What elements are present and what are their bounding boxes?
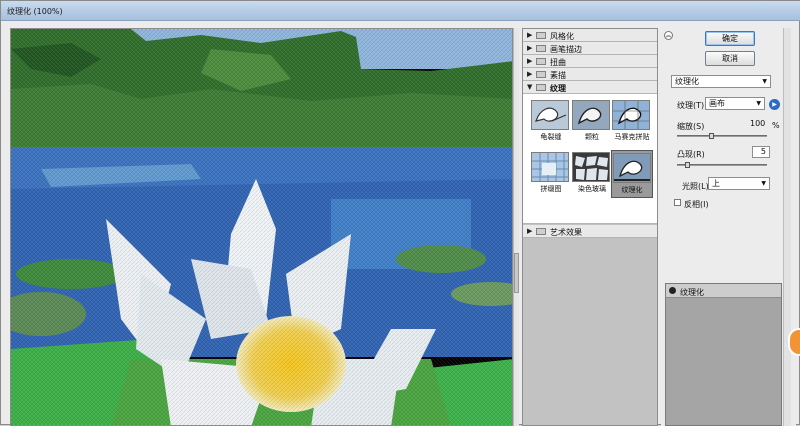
invert-checkbox[interactable] [674,199,681,206]
scrollbar-thumb[interactable] [514,253,519,293]
effect-layer-label: 纹理化 [680,288,704,297]
dropdown-arrow-icon: ▼ [761,180,766,187]
double-chevron-up-icon[interactable]: ︽ [664,31,673,40]
folder-icon [536,45,546,52]
dropdown-arrow-icon: ▼ [756,100,761,107]
scale-label: 缩放(S) [677,122,705,131]
filter-label: 纹理化 [621,186,643,194]
filter-thumb-craquelure[interactable]: 龟裂缝 [531,100,571,144]
scale-slider[interactable] [677,133,767,139]
folder-icon [536,71,546,78]
cancel-button[interactable]: 取消 [705,51,755,66]
ok-button[interactable]: 确定 [705,31,755,46]
light-select[interactable]: 上 ▼ [708,177,770,190]
thumbnail-image [572,152,610,182]
title-bar: 纹理化 (100%) [1,1,800,21]
folder-icon [536,32,546,39]
dropdown-arrow-icon: ▼ [762,78,767,85]
filter-label: 颗粒 [585,133,599,141]
filter-thumb-texturizer-selected[interactable]: 纹理化 [611,150,653,198]
category-brush-strokes[interactable]: ▶ 画笔描边 [523,42,657,55]
floating-assistant-icon[interactable] [788,328,800,356]
scale-unit: % [772,121,780,130]
folder-icon [536,228,546,235]
filter-dialog-window: 纹理化 (100%) ▶ 风格化 ▶ 画笔描边 ▶ 扭曲 ▶ 素描 ▼ 纹理 龟… [0,0,800,426]
thumbnail-image [531,100,569,130]
folder-icon [536,58,546,65]
relief-input[interactable]: 5 [752,146,770,158]
thumbnail-image [613,153,651,183]
filter-label: 马赛克拼贴 [614,133,650,141]
expand-triangle-icon: ▶ [527,70,533,78]
category-sketch[interactable]: ▶ 素描 [523,68,657,81]
effect-layers-panel: 纹理化 [665,283,782,426]
filter-thumb-mosaic-tiles[interactable]: 马赛克拼贴 [612,100,652,144]
play-circle-icon[interactable]: ▶ [769,99,780,110]
category-label: 画笔描边 [550,45,582,54]
filter-thumb-grain[interactable]: 颗粒 [572,100,612,144]
texture-label: 纹理(T): [677,101,707,110]
thumbnail-image [572,100,610,130]
relief-slider-knob[interactable] [685,162,690,168]
panel-scrollbar[interactable] [783,28,791,426]
category-texture[interactable]: ▼ 纹理 [523,81,657,94]
eye-icon[interactable] [669,287,676,294]
filter-select[interactable]: 纹理化 ▼ [671,75,771,88]
filter-thumb-patchwork[interactable]: 拼缀图 [531,152,571,196]
expand-triangle-icon: ▶ [527,227,533,235]
filter-label: 龟裂缝 [540,133,562,141]
category-label: 扭曲 [550,58,566,67]
relief-label: 凸现(R) [677,150,705,159]
folder-icon [536,84,546,91]
expand-triangle-icon: ▶ [527,31,533,39]
collapse-triangle-icon: ▼ [527,83,533,91]
category-label: 艺术效果 [550,228,582,237]
category-artistic[interactable]: ▶ 艺术效果 [523,225,657,238]
effect-layer-row[interactable]: 纹理化 [666,284,781,298]
expand-triangle-icon: ▶ [527,44,533,52]
texture-select-value: 画布 [709,99,725,108]
category-stylize[interactable]: ▶ 风格化 [523,29,657,42]
category-label: 素描 [550,71,566,80]
category-label: 风格化 [550,32,574,41]
filter-label: 拼缀图 [540,185,562,193]
preview-scrollbar[interactable] [513,28,519,426]
light-select-value: 上 [712,179,720,188]
thumbnail-image [531,152,569,182]
thumbnail-image [612,100,650,130]
filter-select-value: 纹理化 [675,77,699,86]
category-distort[interactable]: ▶ 扭曲 [523,55,657,68]
relief-slider[interactable] [677,162,767,168]
preview-image [11,29,512,425]
expand-triangle-icon: ▶ [527,57,533,65]
scale-slider-knob[interactable] [709,133,714,139]
texture-select[interactable]: 画布 ▼ [705,97,765,110]
invert-label: 反相(I) [684,200,709,209]
filter-thumb-stained-glass[interactable]: 染色玻璃 [572,152,612,196]
light-label: 光照(L): [682,182,712,191]
preview-canvas[interactable] [10,28,513,426]
category-label: 纹理 [550,84,566,93]
scale-input[interactable]: 100 [749,118,769,130]
texture-filter-thumbnails: 龟裂缝 颗粒 马赛克拼贴 拼缀图 染色玻璃 纹理化 [523,94,657,224]
window-title: 纹理化 (100%) [7,7,63,16]
filter-gallery: ▶ 风格化 ▶ 画笔描边 ▶ 扭曲 ▶ 素描 ▼ 纹理 龟裂缝 颗粒 马赛克拼贴… [522,28,658,426]
filter-label: 染色玻璃 [578,185,606,193]
